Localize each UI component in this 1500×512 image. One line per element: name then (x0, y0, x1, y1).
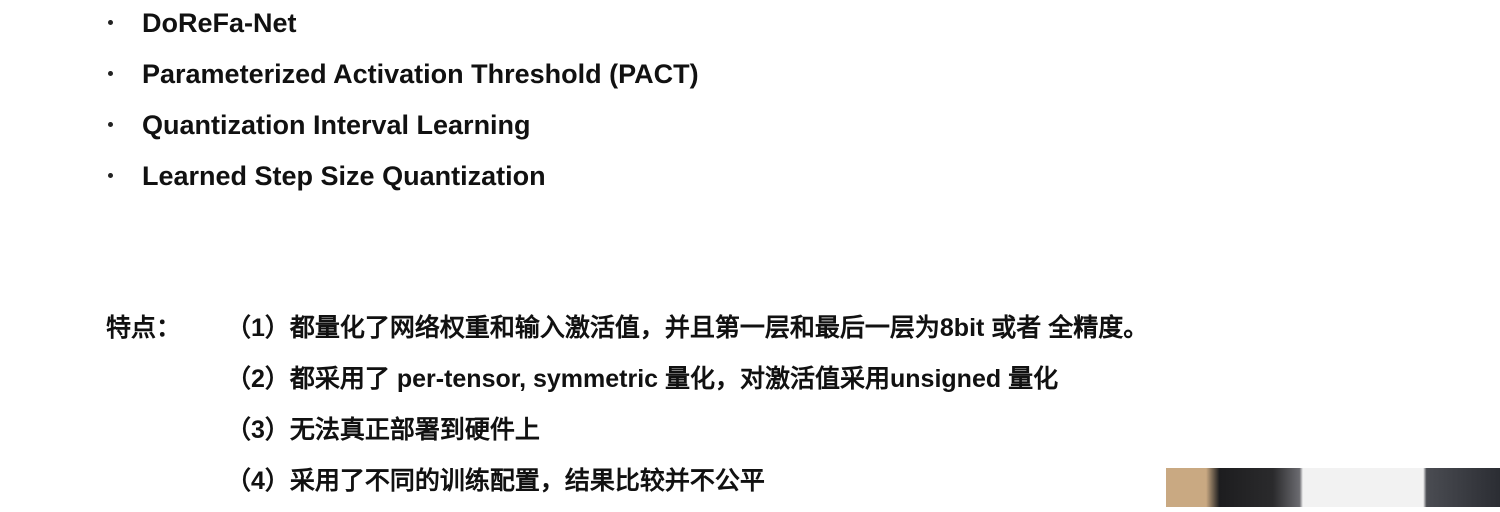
features-label: 特点： (106, 314, 182, 342)
method-item-qil: Quantization Interval Learning (104, 106, 699, 157)
method-item-label: Quantization Interval Learning (142, 110, 531, 140)
method-item-label: Parameterized Activation Threshold (PACT… (142, 59, 699, 89)
feature-item-2: （2）都采用了 per-tensor, symmetric 量化，对激活值采用u… (226, 365, 1059, 393)
bullet-dot-icon (108, 20, 113, 25)
bullet-dot-icon (108, 173, 113, 178)
method-item-dorefa: DoReFa-Net (104, 4, 699, 55)
method-list: DoReFa-Net Parameterized Activation Thre… (104, 4, 699, 208)
method-item-pact: Parameterized Activation Threshold (PACT… (104, 55, 699, 106)
method-item-lsq: Learned Step Size Quantization (104, 157, 699, 208)
method-item-label: DoReFa-Net (142, 8, 297, 38)
feature-item-4: （4）采用了不同的训练配置，结果比较并不公平 (226, 467, 765, 495)
bullet-dot-icon (108, 122, 113, 127)
speaker-video-thumbnail (1166, 468, 1500, 507)
bullet-dot-icon (108, 71, 113, 76)
features-list: （1）都量化了网络权重和输入激活值，并且第一层和最后一层为8bit 或者 全精度… (226, 308, 1148, 512)
method-item-label: Learned Step Size Quantization (142, 161, 546, 191)
feature-item-1: （1）都量化了网络权重和输入激活值，并且第一层和最后一层为8bit 或者 全精度… (226, 314, 1149, 342)
feature-item-3: （3）无法真正部署到硬件上 (226, 416, 540, 444)
